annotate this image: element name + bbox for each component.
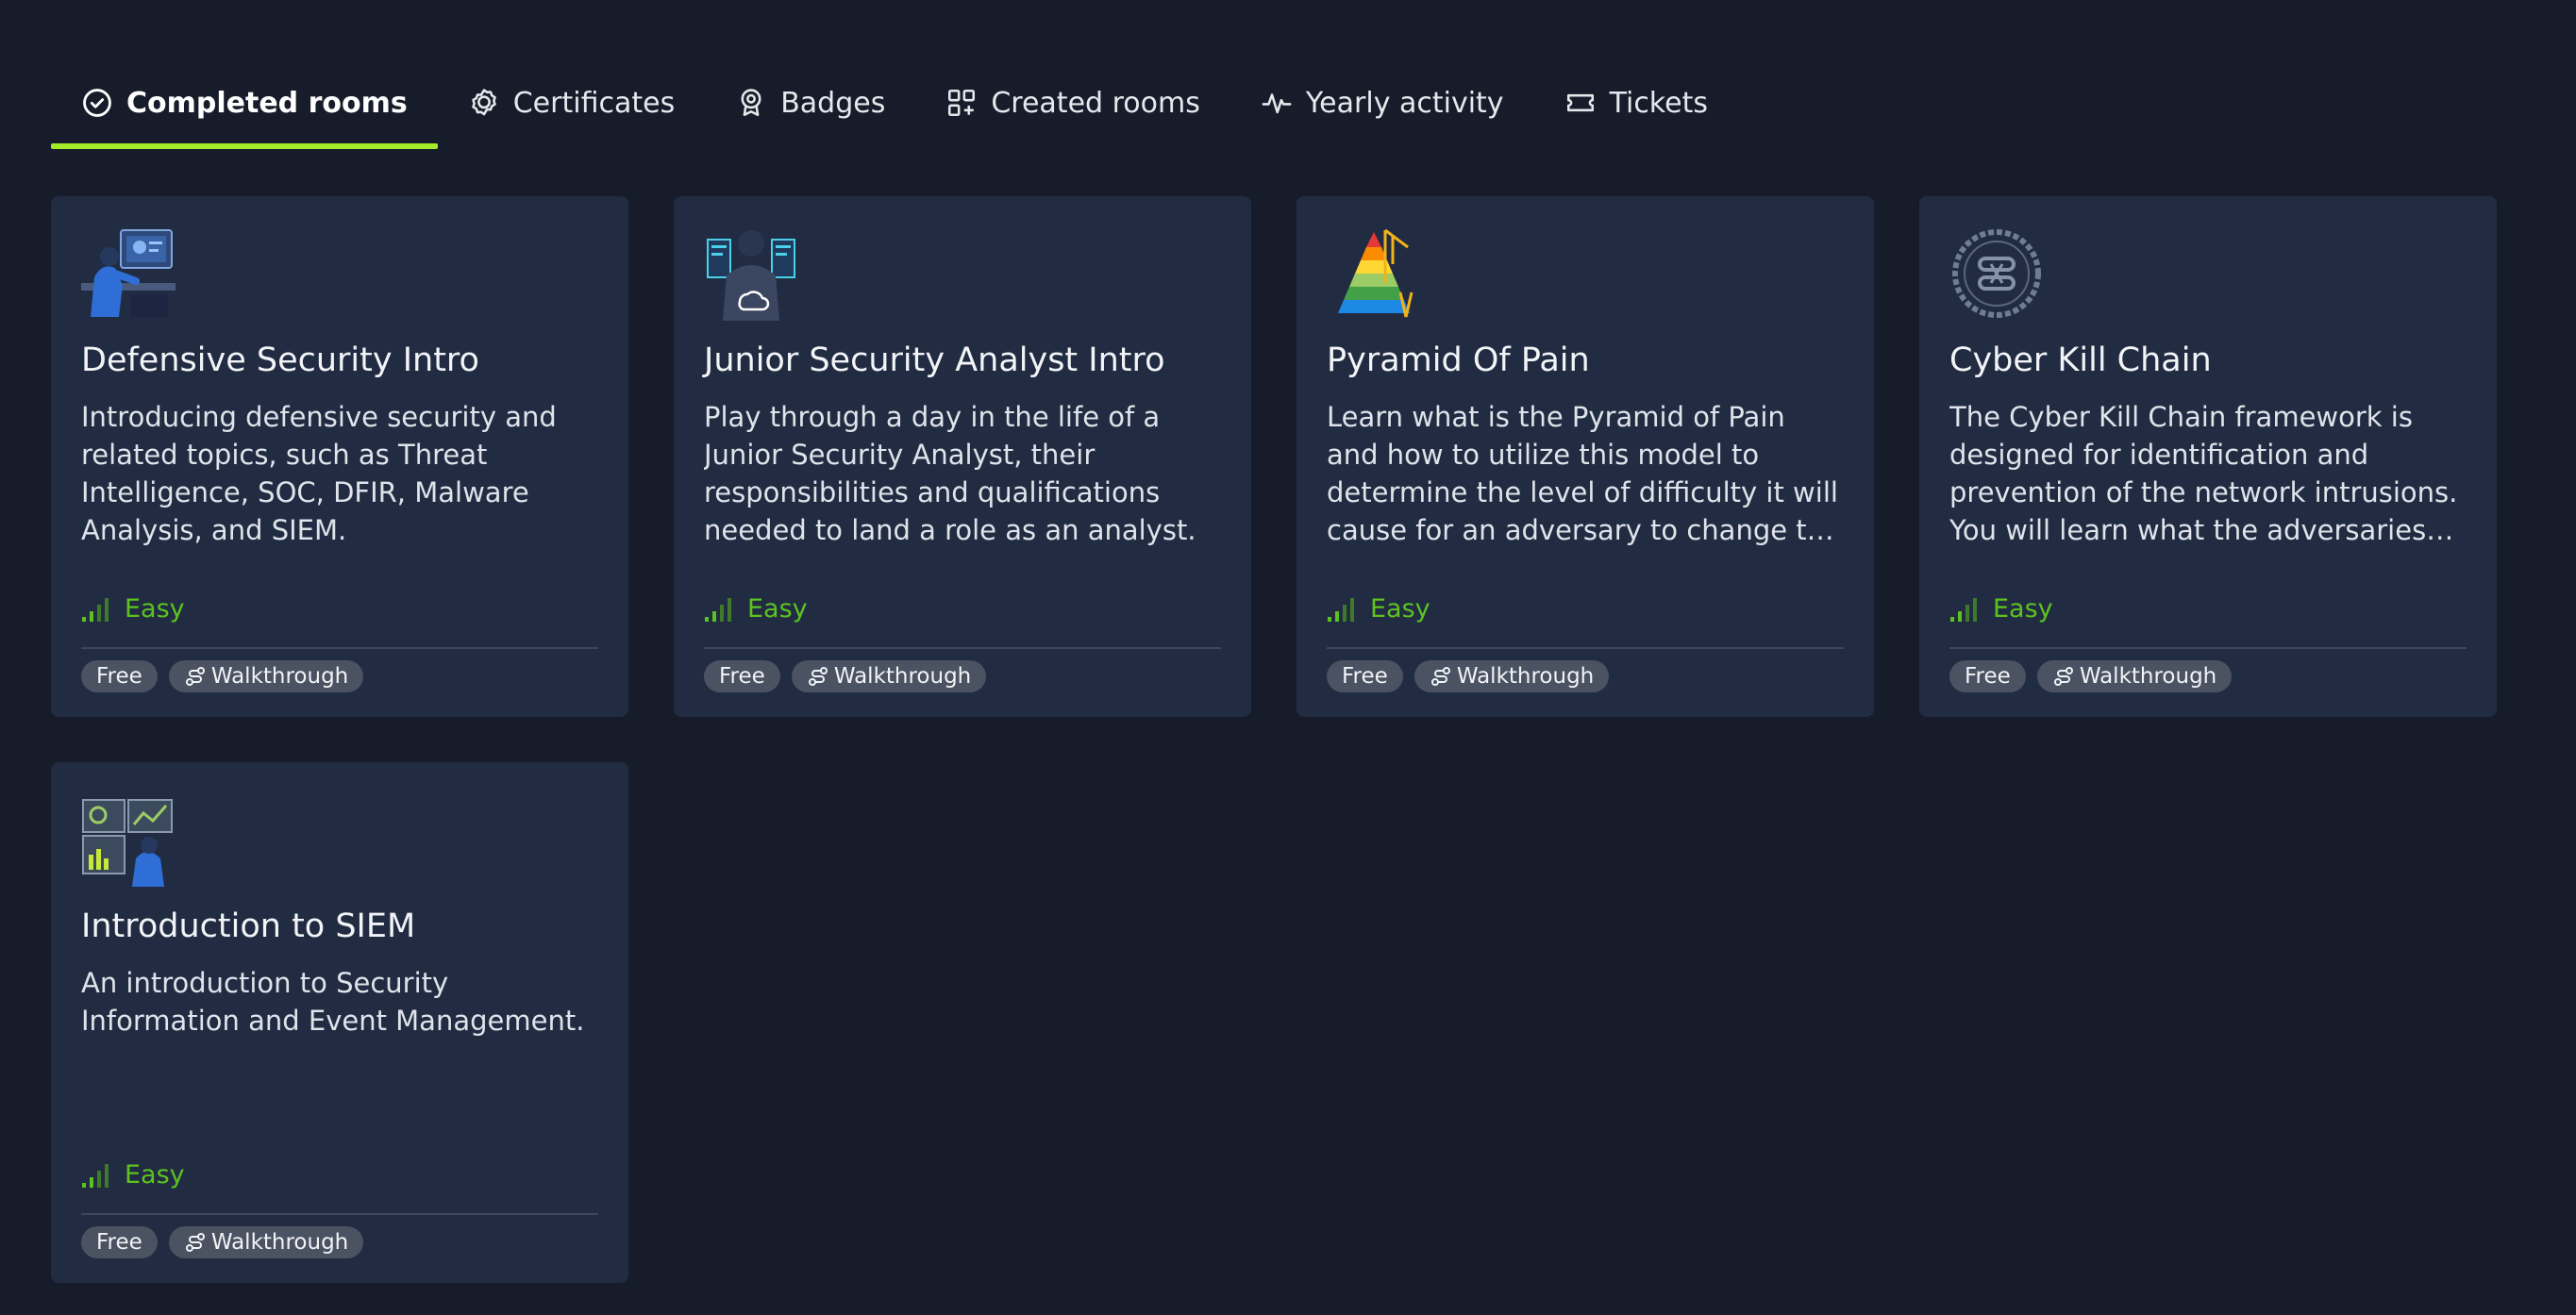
tag-label: Walkthrough — [1456, 664, 1595, 689]
room-card[interactable]: Junior Security Analyst Intro Play throu… — [674, 196, 1251, 717]
divider — [704, 647, 1221, 649]
tag-label: Free — [1342, 664, 1388, 689]
tag-label: Free — [96, 1230, 142, 1255]
tag-label: Walkthrough — [833, 664, 972, 689]
room-tags: Free Walkthrough — [81, 660, 364, 692]
walkthrough-tag: Walkthrough — [791, 660, 987, 692]
route-icon — [2053, 667, 2073, 686]
route-icon — [185, 1233, 205, 1252]
analyst-desk-illustration — [81, 226, 176, 321]
room-title[interactable]: Junior Security Analyst Intro — [704, 340, 1221, 381]
room-tags: Free Walkthrough — [1327, 660, 1610, 692]
room-description: Learn what is the Pyramid of Pain and ho… — [1327, 401, 1841, 546]
tag-label: Free — [96, 664, 142, 689]
room-card[interactable]: Defensive Security Intro Introducing def… — [51, 196, 628, 717]
difficulty: Easy — [1949, 594, 2053, 624]
tab-label: Tickets — [1609, 86, 1708, 120]
room-card[interactable]: Cyber Kill Chain The Cyber Kill Chain fr… — [1919, 196, 2497, 717]
difficulty-label: Easy — [747, 594, 808, 624]
free-tag: Free — [81, 660, 158, 692]
free-tag: Free — [1949, 660, 2026, 692]
profile-page: Completed rooms Certificates Badges Crea… — [0, 0, 2576, 1315]
tab-certificates[interactable]: Certificates — [438, 72, 705, 134]
tab-created-rooms[interactable]: Created rooms — [915, 72, 1230, 134]
free-tag: Free — [704, 660, 780, 692]
room-tags: Free Walkthrough — [1949, 660, 2233, 692]
difficulty-label: Easy — [1370, 594, 1430, 624]
difficulty-label: Easy — [125, 594, 185, 624]
tab-label: Created rooms — [991, 86, 1200, 120]
room-description: An introduction to Security Information … — [81, 967, 585, 1037]
tag-label: Walkthrough — [2079, 664, 2217, 689]
room-title[interactable]: Defensive Security Intro — [81, 340, 598, 381]
certificate-icon — [468, 87, 500, 119]
room-title[interactable]: Cyber Kill Chain — [1949, 340, 2467, 381]
room-card[interactable]: Introduction to SIEM An introduction to … — [51, 762, 628, 1283]
tab-completed-rooms[interactable]: Completed rooms — [51, 72, 438, 149]
tag-label: Free — [1965, 664, 2011, 689]
activity-icon — [1261, 87, 1293, 119]
room-card[interactable]: Pyramid Of Pain Learn what is the Pyrami… — [1296, 196, 1874, 717]
free-tag: Free — [81, 1226, 158, 1258]
grid-plus-icon — [945, 87, 978, 119]
walkthrough-tag: Walkthrough — [168, 660, 364, 692]
route-icon — [1430, 667, 1450, 686]
room-title[interactable]: Pyramid Of Pain — [1327, 340, 1844, 381]
walkthrough-tag: Walkthrough — [168, 1226, 364, 1258]
analyst-monitors-illustration — [704, 226, 798, 321]
difficulty-label: Easy — [125, 1160, 185, 1190]
difficulty-bars-icon — [82, 597, 109, 622]
siem-dashboard-illustration — [81, 792, 176, 887]
divider — [81, 647, 598, 649]
room-tags: Free Walkthrough — [81, 1226, 364, 1258]
divider — [1949, 647, 2467, 649]
room-description: The Cyber Kill Chain framework is design… — [1949, 401, 2458, 546]
room-title[interactable]: Introduction to SIEM — [81, 906, 598, 947]
difficulty: Easy — [1327, 594, 1430, 624]
divider — [1327, 647, 1844, 649]
tab-yearly-activity[interactable]: Yearly activity — [1230, 72, 1534, 134]
route-icon — [808, 667, 828, 686]
badge-icon — [735, 87, 767, 119]
room-description: Introducing defensive security and relat… — [81, 401, 557, 546]
tab-tickets[interactable]: Tickets — [1534, 72, 1738, 134]
walkthrough-tag: Walkthrough — [1413, 660, 1610, 692]
tag-label: Walkthrough — [210, 1230, 349, 1255]
tab-badges[interactable]: Badges — [705, 72, 915, 134]
difficulty: Easy — [704, 594, 808, 624]
room-tags: Free Walkthrough — [704, 660, 987, 692]
profile-tabs: Completed rooms Certificates Badges Crea… — [51, 72, 1738, 151]
tab-label: Badges — [780, 86, 886, 120]
difficulty-bars-icon — [1950, 597, 1977, 622]
divider — [81, 1213, 598, 1215]
tag-label: Free — [719, 664, 765, 689]
route-icon — [185, 667, 205, 686]
tab-label: Yearly activity — [1305, 86, 1504, 120]
difficulty: Easy — [81, 1160, 185, 1190]
difficulty-bars-icon — [1328, 597, 1354, 622]
tab-label: Completed rooms — [126, 86, 408, 120]
difficulty-label: Easy — [1993, 594, 2053, 624]
free-tag: Free — [1327, 660, 1403, 692]
ticket-icon — [1564, 87, 1597, 119]
room-description: Play through a day in the life of a Juni… — [704, 401, 1196, 546]
difficulty-bars-icon — [82, 1163, 109, 1188]
tag-label: Walkthrough — [210, 664, 349, 689]
difficulty: Easy — [81, 594, 185, 624]
pyramid-illustration — [1327, 226, 1421, 321]
tab-label: Certificates — [512, 86, 676, 120]
walkthrough-tag: Walkthrough — [2036, 660, 2233, 692]
check-circle-icon — [81, 87, 113, 119]
chain-circle-illustration — [1949, 226, 2044, 321]
difficulty-bars-icon — [705, 597, 731, 622]
